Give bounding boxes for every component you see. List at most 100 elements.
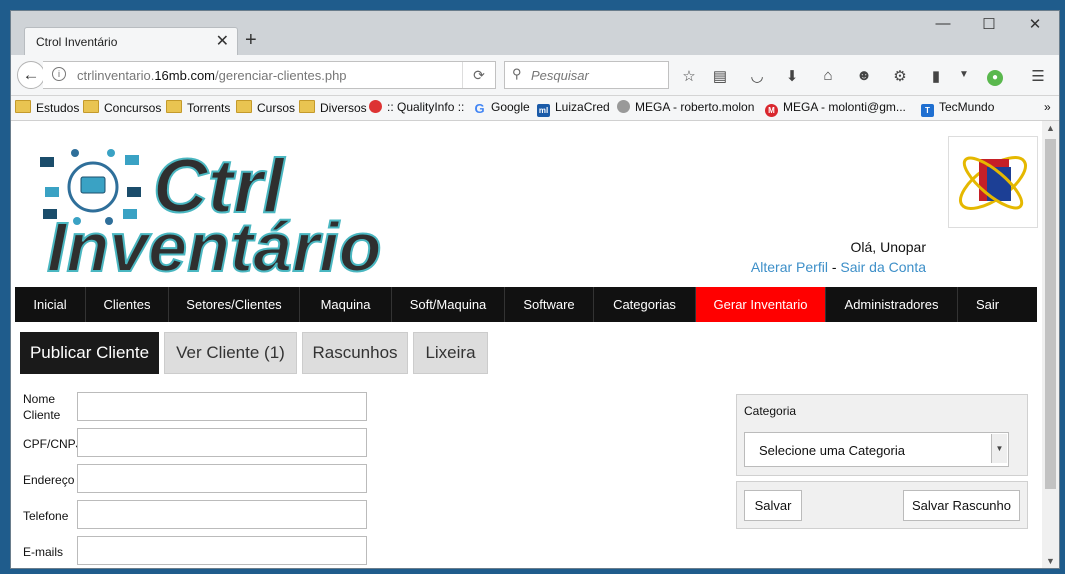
page-scrollbar[interactable]: ▲ ▼ bbox=[1042, 121, 1059, 568]
menu-hamburger-icon[interactable]: ☰ bbox=[1027, 67, 1049, 85]
navigation-toolbar: ← i ctrlinventario.16mb.com/gerenciar-cl… bbox=[11, 55, 1059, 96]
tecmundo-icon: T bbox=[921, 104, 934, 117]
bookmark-google[interactable]: G Google bbox=[473, 100, 529, 116]
folder-icon bbox=[83, 100, 99, 113]
bookmark-tecmundo[interactable]: T TecMundo bbox=[921, 100, 994, 117]
menu-item-setores-clientes[interactable]: Setores/Clientes bbox=[169, 287, 300, 322]
tab-lixeira[interactable]: Lixeira bbox=[413, 332, 488, 374]
logo-word-inventario: Inventário bbox=[46, 207, 383, 287]
chevron-down-icon[interactable]: ▼ bbox=[991, 434, 1007, 463]
unopar-emblem-icon bbox=[959, 156, 1027, 210]
unopar-logo bbox=[948, 136, 1038, 228]
emoji-icon[interactable]: ☻ bbox=[853, 67, 875, 84]
category-select[interactable]: Selecione uma Categoria ▼ bbox=[744, 432, 1009, 467]
menu-item-inicial[interactable]: Inicial bbox=[15, 287, 86, 322]
bookmark-diversos[interactable]: Diversos bbox=[299, 100, 367, 115]
qualityinfo-icon bbox=[369, 100, 382, 113]
search-input[interactable]: ⚲ Pesquisar bbox=[504, 61, 669, 89]
new-tab-icon[interactable]: + bbox=[245, 29, 257, 52]
bookmark-estudos[interactable]: Estudos bbox=[15, 100, 79, 115]
user-links: Alterar Perfil - Sair da Conta bbox=[751, 259, 926, 275]
save-draft-button[interactable]: Salvar Rascunho bbox=[903, 490, 1020, 521]
browser-tab[interactable]: Ctrol Inventário ✕ bbox=[24, 27, 238, 57]
email-field[interactable] bbox=[77, 536, 367, 565]
bookmark-mega-molonti[interactable]: M MEGA - molonti@gm... bbox=[765, 100, 906, 117]
bookmarks-bar: Estudos Concursos Torrents Cursos Divers… bbox=[11, 96, 1059, 121]
category-select-value: Selecione uma Categoria bbox=[759, 443, 905, 458]
close-window-icon[interactable]: ✕ bbox=[1025, 15, 1045, 33]
search-icon: ⚲ bbox=[512, 66, 522, 81]
reload-icon[interactable]: ⟳ bbox=[462, 62, 495, 88]
tab-title: Ctrol Inventário bbox=[36, 35, 118, 49]
folder-icon bbox=[299, 100, 315, 113]
menu-item-software[interactable]: Software bbox=[505, 287, 594, 322]
bookmark-star-icon[interactable]: ☆ bbox=[678, 67, 700, 85]
tab-rascunhos[interactable]: Rascunhos bbox=[302, 332, 408, 374]
folder-icon bbox=[15, 100, 31, 113]
page-content: Ctrl Inventário Olá, Unopar Alterar Perf… bbox=[11, 121, 1041, 568]
bookmark-mega-roberto[interactable]: MEGA - roberto.molon bbox=[617, 100, 754, 114]
tab-publicar-cliente[interactable]: Publicar Cliente bbox=[20, 332, 159, 374]
address-field[interactable] bbox=[77, 464, 367, 493]
menu-item-administradores[interactable]: Administradores bbox=[826, 287, 958, 322]
mega-icon: M bbox=[765, 104, 778, 117]
name-label: Nome Cliente bbox=[23, 392, 61, 422]
chat-icon[interactable]: ● bbox=[984, 67, 1006, 86]
name-field[interactable] bbox=[77, 392, 367, 421]
home-icon[interactable]: ⌂ bbox=[817, 67, 839, 84]
save-button[interactable]: Salvar bbox=[744, 490, 802, 521]
globe-icon bbox=[617, 100, 630, 113]
download-icon[interactable]: ⬇ bbox=[781, 67, 803, 85]
logout-link[interactable]: Sair da Conta bbox=[840, 259, 926, 275]
menu-item-gerar-inventario[interactable]: Gerar Inventario bbox=[696, 287, 826, 322]
extension-icon[interactable]: ⚙ bbox=[889, 67, 911, 85]
dropdown-arrow-icon[interactable]: ▼ bbox=[953, 69, 975, 80]
menu-item-soft-maquina[interactable]: Soft/Maquina bbox=[392, 287, 505, 322]
user-greeting: Olá, Unopar bbox=[850, 239, 926, 255]
cpf-label: CPF/CNPJ bbox=[23, 437, 82, 451]
phone-field[interactable] bbox=[77, 500, 367, 529]
minimize-icon[interactable]: — bbox=[933, 15, 953, 32]
folder-icon bbox=[236, 100, 252, 113]
link-separator: - bbox=[831, 259, 837, 275]
category-panel: Categoria Selecione uma Categoria ▼ bbox=[736, 394, 1028, 476]
folder-icon bbox=[166, 100, 182, 113]
bookmark-luizacred[interactable]: ml LuizaCred bbox=[537, 100, 610, 117]
maximize-icon[interactable]: ☐ bbox=[979, 15, 999, 33]
info-icon[interactable]: i bbox=[52, 67, 66, 81]
close-tab-icon[interactable]: ✕ bbox=[216, 31, 229, 51]
category-label: Categoria bbox=[744, 404, 797, 418]
google-icon: G bbox=[474, 101, 485, 116]
menu-item-maquina[interactable]: Maquina bbox=[300, 287, 392, 322]
bookmark-cursos[interactable]: Cursos bbox=[236, 100, 295, 115]
scroll-up-icon[interactable]: ▲ bbox=[1046, 123, 1055, 133]
menu-item-sair[interactable]: Sair bbox=[958, 287, 1017, 322]
search-placeholder: Pesquisar bbox=[531, 68, 589, 83]
menu-item-clientes[interactable]: Clientes bbox=[86, 287, 169, 322]
scroll-thumb[interactable] bbox=[1045, 139, 1056, 489]
bookmarks-overflow-icon[interactable]: » bbox=[1044, 100, 1051, 114]
cpf-field[interactable] bbox=[77, 428, 367, 457]
back-arrow-icon[interactable]: ← bbox=[17, 61, 45, 89]
tab-ver-cliente[interactable]: Ver Cliente (1) bbox=[164, 332, 297, 374]
luizacred-icon: ml bbox=[537, 104, 550, 117]
edit-profile-link[interactable]: Alterar Perfil bbox=[751, 259, 828, 275]
url-text: ctrlinventario.16mb.com/gerenciar-client… bbox=[77, 68, 347, 83]
reading-list-icon[interactable]: ▤ bbox=[709, 67, 731, 85]
bookmark-concursos[interactable]: Concursos bbox=[83, 100, 161, 115]
phone-label: Telefone bbox=[23, 509, 69, 523]
scroll-down-icon[interactable]: ▼ bbox=[1046, 556, 1055, 566]
tab-strip: Ctrol Inventário ✕ + — ☐ ✕ bbox=[11, 11, 1059, 57]
actions-panel: Salvar Salvar Rascunho bbox=[736, 481, 1028, 529]
browser-window: Ctrol Inventário ✕ + — ☐ ✕ ← i ctrlinven… bbox=[10, 10, 1060, 569]
address-label: Endereço bbox=[23, 473, 75, 487]
bookmark-qualityinfo[interactable]: :: QualityInfo :: bbox=[369, 100, 464, 114]
email-label: E-mails bbox=[23, 545, 64, 559]
address-bar[interactable]: i ctrlinventario.16mb.com/gerenciar-clie… bbox=[43, 61, 496, 89]
pocket-icon[interactable]: ◡ bbox=[746, 67, 768, 85]
main-menu: Inicial Clientes Setores/Clientes Maquin… bbox=[15, 287, 1037, 322]
bookmark-torrents[interactable]: Torrents bbox=[166, 100, 230, 115]
clipboard-icon[interactable]: ▮ bbox=[925, 67, 947, 85]
site-logo[interactable]: Ctrl Inventário bbox=[35, 135, 383, 287]
menu-item-categorias[interactable]: Categorias bbox=[594, 287, 696, 322]
